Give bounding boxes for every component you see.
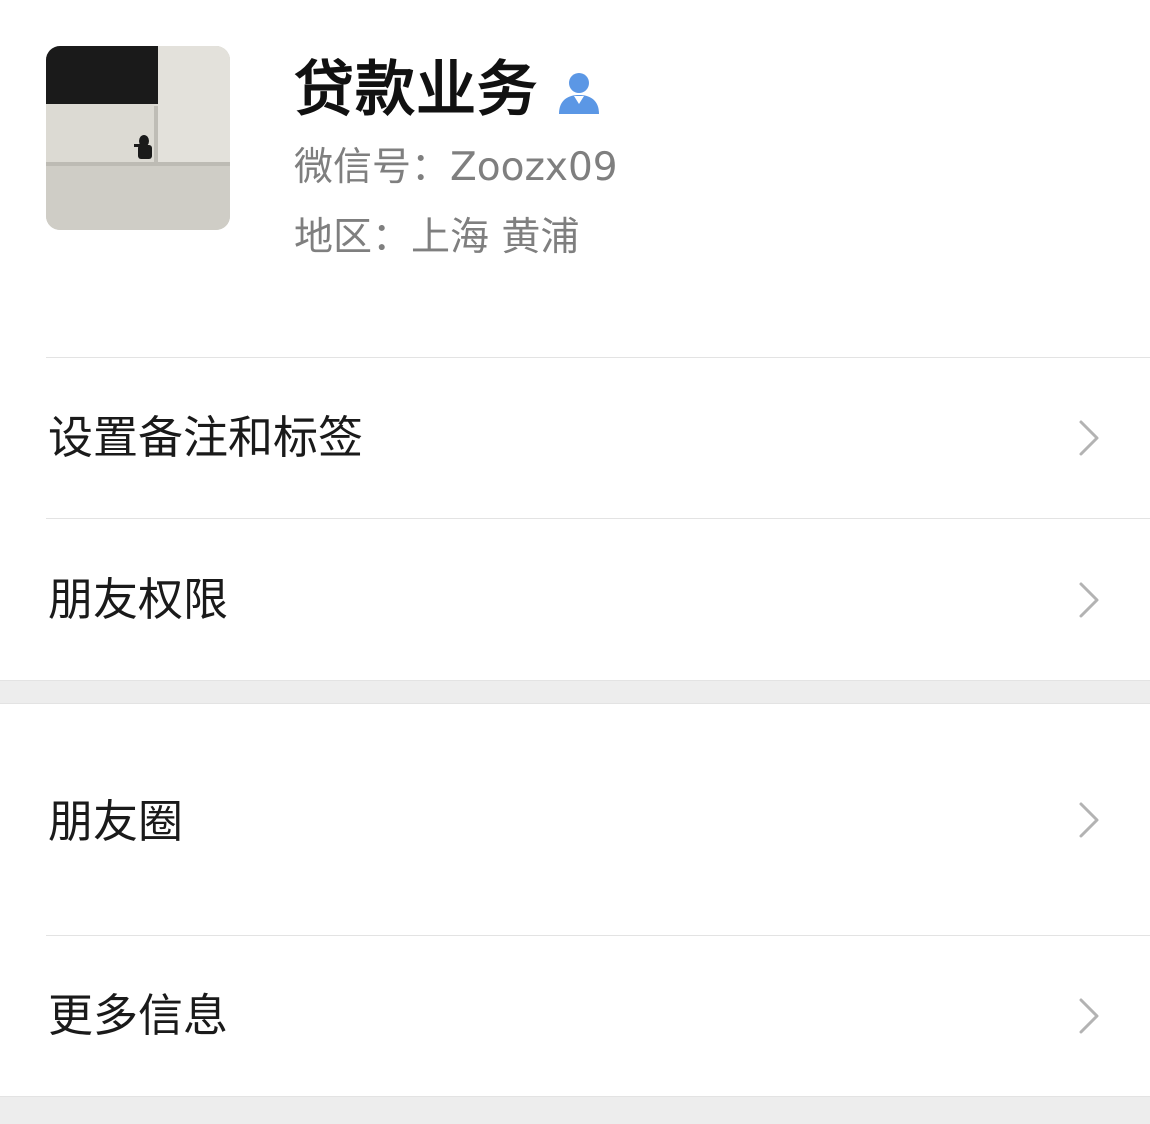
profile-header: 贷款业务 微信号：Zoozx09 地区：上海 黄浦 <box>0 0 1150 357</box>
friend-permissions-row[interactable]: 朋友权限 <box>0 519 1150 680</box>
region: 地区：上海 黄浦 <box>294 215 580 260</box>
more-info-row[interactable]: 更多信息 <box>0 936 1150 1096</box>
friend-permissions-label: 朋友权限 <box>48 573 229 626</box>
remark-tags-row[interactable]: 设置备注和标签 <box>0 358 1150 518</box>
chevron-right-icon <box>1079 582 1099 618</box>
avatar-photo <box>46 46 230 230</box>
moments-label: 朋友圈 <box>48 795 184 848</box>
chevron-right-icon <box>1079 420 1099 456</box>
person-icon <box>556 70 602 116</box>
chevron-right-icon <box>1079 998 1099 1034</box>
chevron-right-icon <box>1079 802 1099 838</box>
section-gap <box>0 1096 1150 1124</box>
contact-profile-page: 贷款业务 微信号：Zoozx09 地区：上海 黄浦 设置备注和标签 朋友权限 朋… <box>0 0 1150 1124</box>
section-gap <box>0 680 1150 704</box>
avatar[interactable] <box>46 46 230 230</box>
name-row: 贷款业务 <box>294 50 602 130</box>
more-info-label: 更多信息 <box>48 989 229 1042</box>
remark-tags-label: 设置备注和标签 <box>48 411 364 464</box>
wechat-id: 微信号：Zoozx09 <box>294 145 618 190</box>
contact-name: 贷款业务 <box>294 55 538 125</box>
moments-row[interactable]: 朋友圈 <box>0 704 1150 935</box>
